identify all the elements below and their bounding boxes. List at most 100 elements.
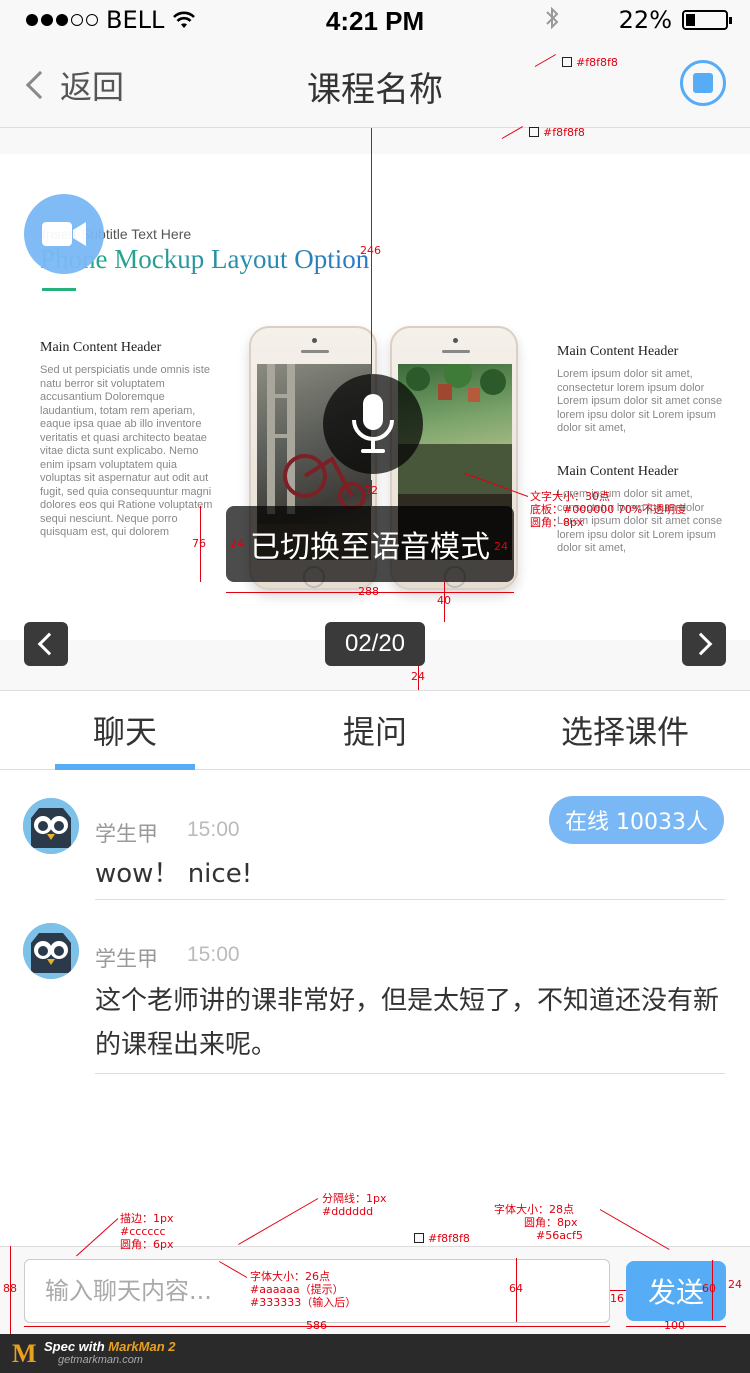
dimension-label: 24 — [230, 537, 244, 550]
nav-bar: 返回 课程名称 — [0, 40, 750, 128]
markman-logo-icon: M — [12, 1339, 37, 1368]
stage-bg-color-annotation: #f8f8f8 — [529, 126, 585, 139]
slide-left-text: Sed ut perspiciatis unde omnis iste natu… — [40, 364, 213, 538]
tab-questions[interactable]: 提问 — [250, 691, 500, 769]
chevron-right-icon — [689, 632, 713, 656]
annotation-text: 文字大小：30点 — [530, 490, 610, 503]
dimension-label: 288 — [358, 585, 379, 598]
chevron-left-icon — [37, 632, 61, 656]
dimension-label: 24 — [411, 670, 425, 683]
chat-input-bar: 发送 — [0, 1246, 750, 1334]
dimension-line — [610, 1290, 626, 1291]
annotation-text: 分隔线：1px — [322, 1192, 387, 1205]
sender-name: 学生甲 — [95, 947, 158, 971]
battery-icon — [682, 10, 732, 30]
annotation-text: #f8f8f8 — [428, 1232, 470, 1245]
dimension-label: 24 — [728, 1278, 742, 1291]
battery-percent: 22% — [618, 6, 672, 34]
annotation-text: #dddddd — [322, 1205, 374, 1218]
next-page-button[interactable] — [682, 622, 726, 666]
slide-stage: Insert Subtitle Text Here Phone Mockup L… — [0, 128, 750, 690]
send-button-spec-annotation: 字体大小：28点 圆角：8px #56acf5 — [494, 1203, 583, 1242]
annotation-text: #56acf5 — [536, 1229, 583, 1242]
dimension-line — [712, 1260, 713, 1320]
input-spec-annotation: 字体大小：26点 #aaaaaa（提示） #333333（输入后） — [250, 1270, 356, 1309]
owl-avatar-icon — [23, 798, 79, 854]
message-text: 这个老师讲的课非常好，但是太短了，不知道还没有新的课程出来呢。 — [95, 986, 720, 1060]
annotation-text: 圆角：8px — [524, 1216, 578, 1229]
phone-camera — [312, 338, 317, 343]
dimension-label: 76 — [192, 537, 206, 550]
phone-speaker — [442, 350, 470, 353]
annotation-text: 字体大小：28点 — [494, 1203, 574, 1216]
stop-icon — [693, 73, 713, 93]
message-time: 15:00 — [187, 818, 240, 841]
microphone-button[interactable] — [323, 374, 423, 474]
bluetooth-icon — [545, 6, 559, 36]
phone-camera — [453, 338, 458, 343]
color-swatch — [414, 1233, 424, 1243]
tab-chat[interactable]: 聊天 — [0, 691, 250, 770]
message-divider — [95, 1073, 725, 1074]
battery-group: 22% — [618, 6, 732, 34]
annotation-text: #333333（输入后） — [250, 1296, 357, 1309]
tab-select-courseware[interactable]: 选择课件 — [500, 691, 750, 769]
sender-name: 学生甲 — [95, 822, 158, 846]
color-swatch — [562, 57, 572, 67]
avatar — [23, 798, 79, 854]
brand-name: MarkMan 2 — [108, 1339, 176, 1354]
dimension-label: 40 — [437, 594, 451, 607]
dimension-label: 32 — [364, 484, 378, 497]
annotation-text: 底板：#000000 70%不透明度 — [530, 503, 687, 516]
status-bar: BELL 4:21 PM 22% — [0, 0, 750, 40]
slide-right-text-1: Lorem ipsum dolor sit amet, consectetur … — [557, 368, 723, 434]
annotation-leader — [599, 1209, 670, 1250]
annotation-text: #aaaaaa（提示） — [250, 1283, 344, 1296]
slide-right-column-1: Main Content Header Lorem ipsum dolor si… — [557, 344, 727, 436]
dimension-label: 24 — [494, 540, 508, 553]
dimension-label: 64 — [509, 1282, 523, 1295]
message-text: wow！ nice! — [95, 859, 253, 889]
dimension-label: 16 — [610, 1292, 624, 1305]
markman-url: getmarkman.com — [58, 1354, 143, 1366]
annotation-text: #cccccc — [120, 1225, 166, 1238]
prev-page-button[interactable] — [24, 622, 68, 666]
owl-avatar-icon — [23, 923, 79, 979]
voice-mode-toast: 已切换至语音模式 — [226, 506, 514, 582]
dimension-label: 100 — [664, 1319, 685, 1332]
annotation-text: 描边：1px — [120, 1212, 174, 1225]
nav-bg-color-annotation: #f8f8f8 — [562, 56, 618, 69]
message-time: 15:00 — [187, 943, 240, 966]
dimension-label: 246 — [360, 244, 381, 257]
divider-spec-annotation: 分隔线：1px #dddddd — [322, 1192, 387, 1218]
toast-spec-annotation: 文字大小：30点 底板：#000000 70%不透明度 圆角：8px — [530, 490, 686, 529]
video-camera-button[interactable] — [24, 194, 104, 274]
courseware-slide: Insert Subtitle Text Here Phone Mockup L… — [0, 154, 750, 640]
annotation-text: 圆角：8px — [530, 516, 584, 529]
slide-right-header-1: Main Content Header — [557, 344, 679, 359]
video-camera-icon — [42, 222, 86, 246]
annotation-text: #f8f8f8 — [576, 56, 618, 69]
message-divider — [95, 899, 725, 900]
slide-left-header: Main Content Header — [40, 340, 162, 355]
dimension-label: 88 — [3, 1282, 17, 1295]
brand-prefix: Spec with — [44, 1339, 109, 1354]
markman-brand: Spec with MarkMan 2 — [44, 1339, 176, 1354]
page-counter: 02/20 — [325, 622, 425, 666]
slide-left-column: Main Content Header Sed ut perspiciatis … — [40, 340, 220, 540]
page-title: 课程名称 — [307, 70, 443, 110]
avatar — [23, 923, 79, 979]
online-count-badge: 在线 10033人 — [549, 796, 724, 844]
input-bg-color-annotation: #f8f8f8 — [414, 1232, 470, 1245]
title-underline — [42, 288, 76, 291]
border-spec-annotation: 描边：1px #cccccc 圆角：6px — [120, 1212, 174, 1251]
annotation-text: 圆角：6px — [120, 1238, 174, 1251]
slide-right-header-2: Main Content Header — [557, 464, 679, 479]
annotation-leader — [238, 1198, 319, 1245]
annotation-text: #f8f8f8 — [543, 126, 585, 139]
dimension-label: 60 — [702, 1282, 716, 1295]
battery-fill — [686, 14, 695, 26]
stop-record-button[interactable] — [680, 60, 726, 106]
color-swatch — [529, 127, 539, 137]
dimension-label: 586 — [306, 1319, 327, 1332]
